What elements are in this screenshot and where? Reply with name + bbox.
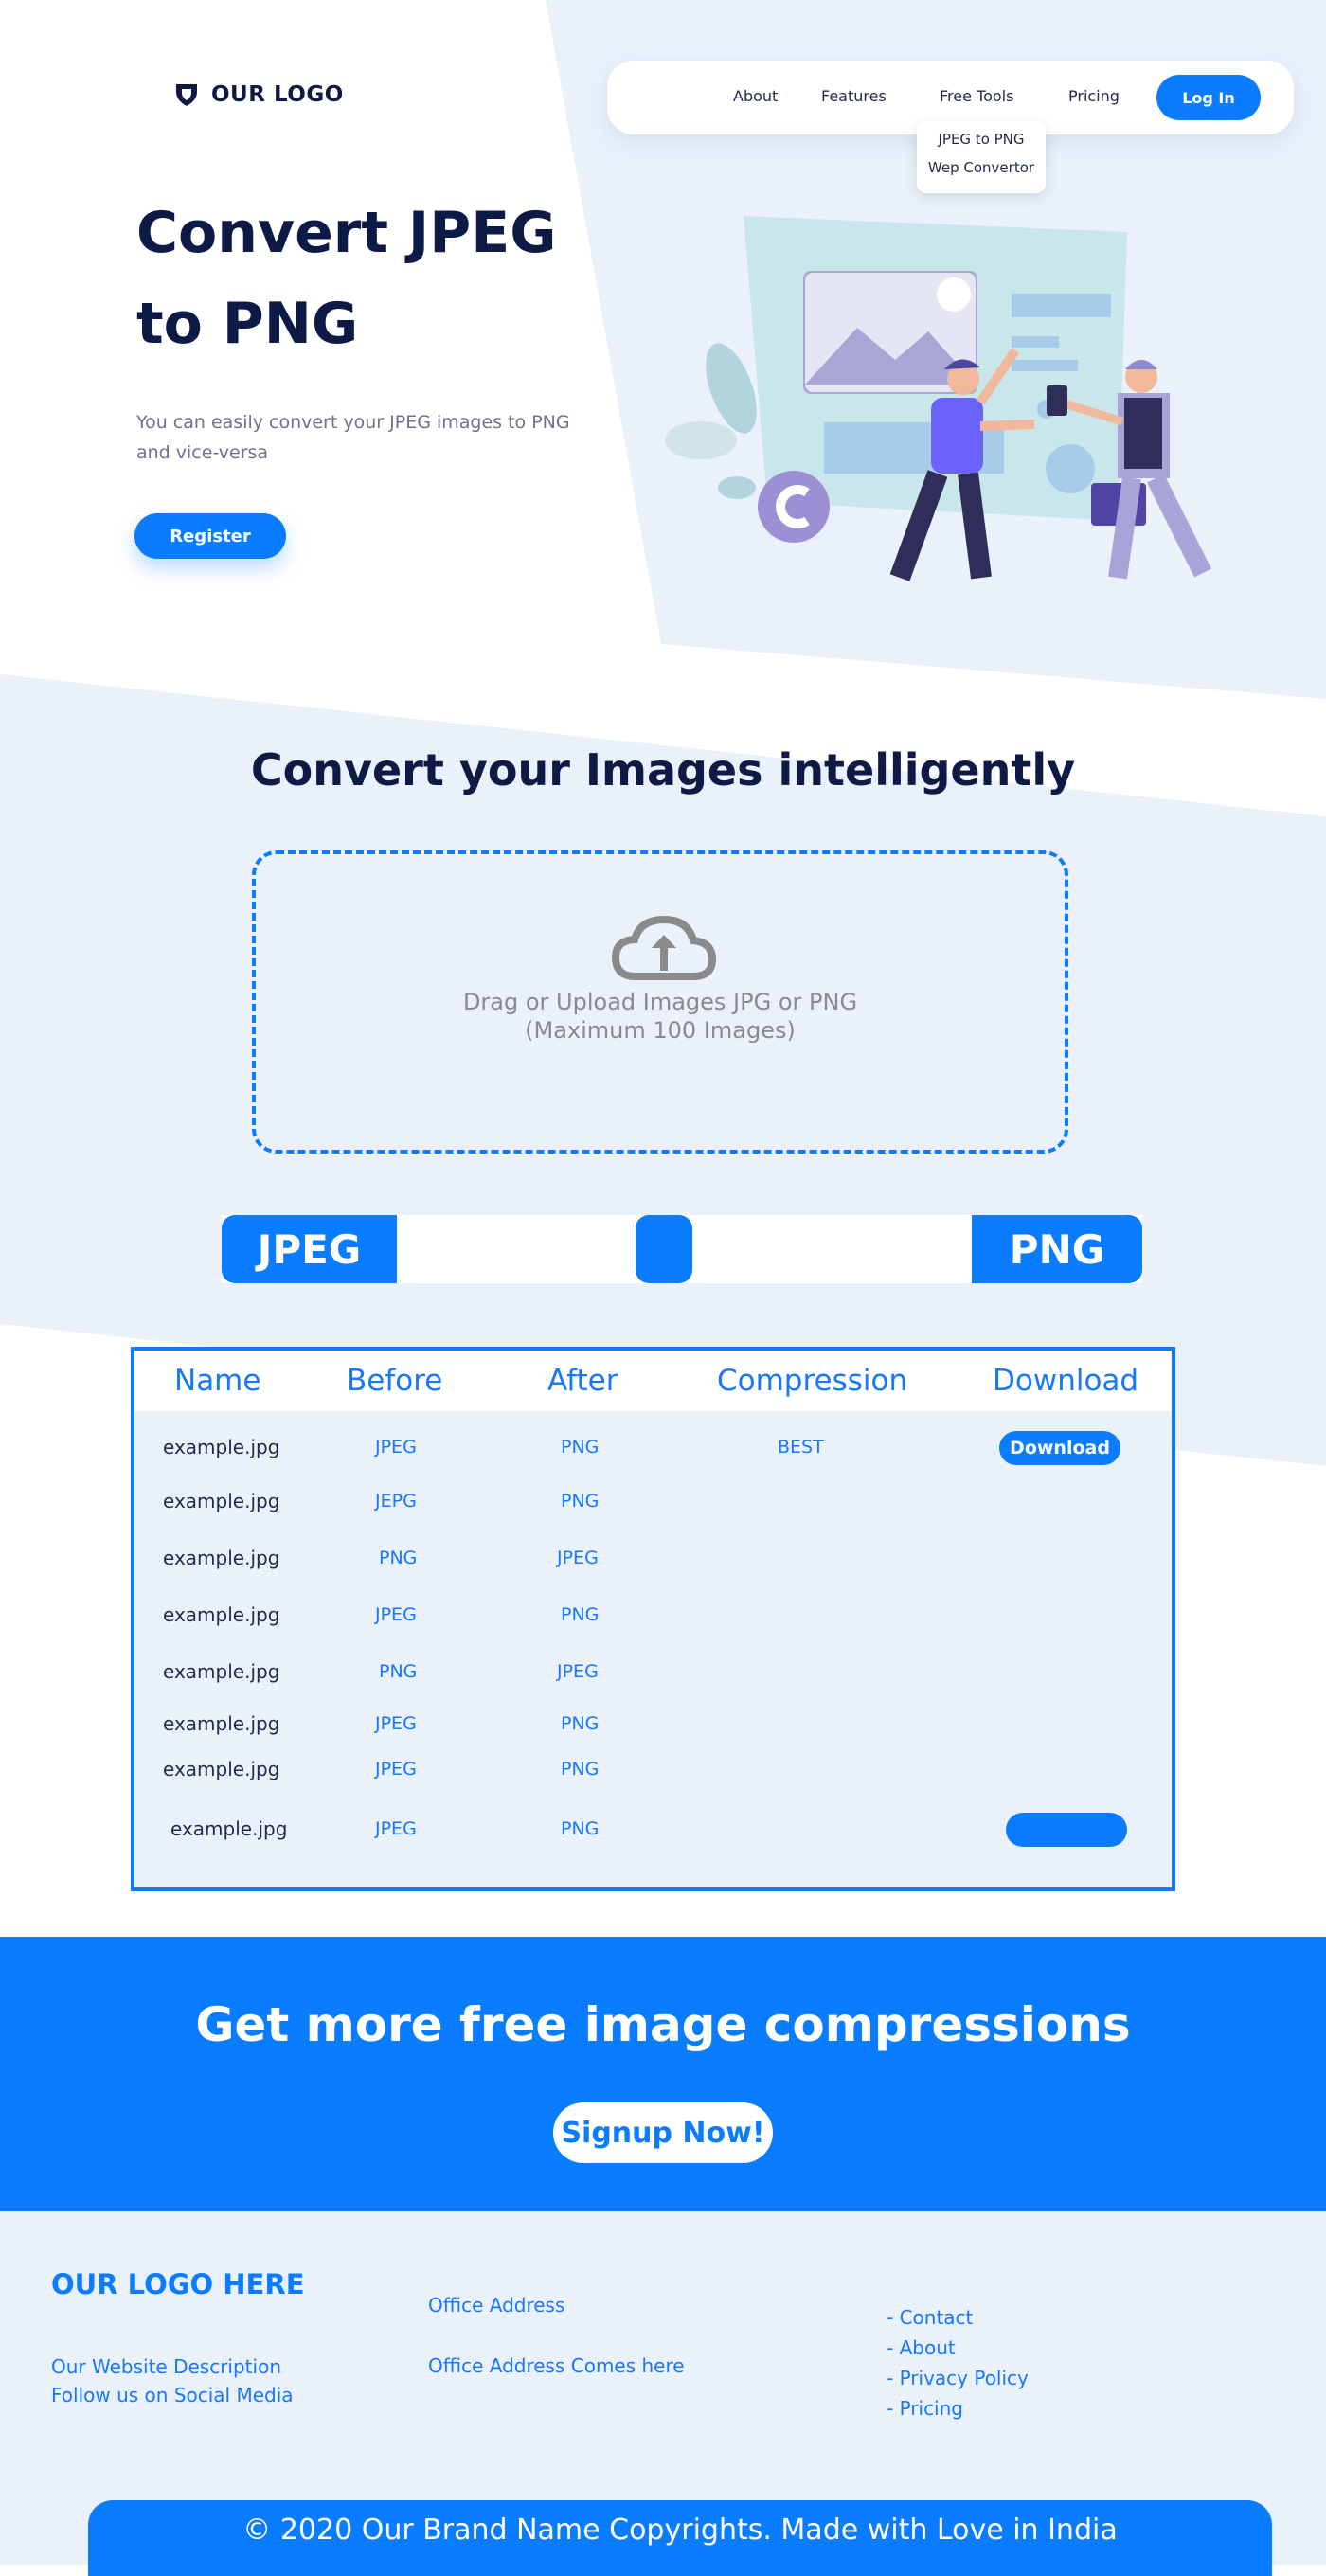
cta-section: Get more free image compressions Signup … (0, 1937, 1326, 2211)
login-button[interactable]: Log In (1156, 75, 1261, 120)
nav-item-pricing[interactable]: Pricing (1068, 87, 1120, 105)
nav-item-free-tools[interactable]: Free Tools (940, 87, 1013, 105)
footer-social[interactable]: Follow us on Social Media (51, 2384, 294, 2406)
row-before-format: JPEG (375, 1713, 417, 1734)
row-after-format: PNG (561, 1437, 600, 1458)
nav-item-about[interactable]: About (733, 87, 778, 105)
footer-logo[interactable]: OUR LOGO HERE (51, 2268, 305, 2300)
hero-subtitle: You can easily convert your JPEG images … (136, 412, 570, 463)
row-file-name: example.jpg (163, 1490, 280, 1512)
dropzone-limit: (Maximum 100 Images) (525, 1017, 796, 1044)
row-after-format: JPEG (557, 1547, 599, 1568)
signup-button[interactable]: Signup Now! (553, 2102, 773, 2163)
footer-link-contact[interactable]: - Contact (887, 2306, 973, 2329)
header-name: Name (174, 1364, 261, 1398)
footer-office-address: Office Address Comes here (428, 2354, 685, 2377)
hero-title-line1: Convert JPEG (136, 200, 557, 266)
footer-link-pricing[interactable]: - Pricing (887, 2397, 963, 2420)
hero-illustration (665, 216, 1211, 581)
dropdown-item-jpeg-to-png[interactable]: JPEG to PNG (917, 131, 1046, 148)
footer-link-privacy[interactable]: - Privacy Policy (887, 2367, 1029, 2389)
from-format-button[interactable]: JPEG (222, 1215, 397, 1283)
row-after-format: PNG (561, 1759, 600, 1780)
dropdown-item-web-convertor[interactable]: Wep Convertor (917, 159, 1046, 176)
logo[interactable]: OUR LOGO (173, 81, 344, 108)
row-after-format: PNG (561, 1604, 600, 1625)
logo-text: OUR LOGO (211, 82, 344, 107)
header-compression: Compression (717, 1364, 908, 1398)
row-before-format: JPEG (375, 1604, 417, 1625)
hero-title-line2: to PNG (136, 291, 359, 357)
register-button[interactable]: Register (134, 513, 286, 559)
shield-icon (176, 84, 197, 106)
row-file-name: example.jpg (163, 1712, 280, 1735)
hero-title: Convert JPEG to PNG (136, 188, 591, 369)
download-button[interactable]: Download (999, 1431, 1120, 1465)
row-after-format: PNG (561, 1491, 600, 1512)
toggle-knob[interactable] (636, 1215, 692, 1283)
row-after-format: PNG (561, 1713, 600, 1734)
free-tools-dropdown: JPEG to PNG Wep Convertor (917, 121, 1046, 193)
row-before-format: PNG (379, 1547, 418, 1568)
row-before-format: JPEG (375, 1759, 417, 1780)
footer: OUR LOGO HERE Our Website Description Fo… (0, 2211, 1326, 2576)
row-before-format: PNG (379, 1661, 418, 1682)
row-compression: BEST (778, 1437, 824, 1458)
row-file-name: example.jpg (163, 1436, 280, 1458)
nav-item-features[interactable]: Features (821, 87, 887, 105)
row-before-format: JPEG (375, 1437, 417, 1458)
footer-office-title: Office Address (428, 2294, 565, 2317)
copyright-text: © 2020 Our Brand Name Copyrights. Made w… (242, 2513, 1118, 2547)
converter-title: Convert your Images intelligently (250, 744, 1076, 796)
row-file-name: example.jpg (170, 1817, 288, 1840)
header-after: After (547, 1364, 618, 1398)
dropzone-instruction: Drag or Upload Images JPG or PNG (462, 989, 858, 1015)
footer-link-about[interactable]: - About (887, 2336, 956, 2359)
row-file-name: example.jpg (163, 1603, 280, 1626)
row-after-format: PNG (561, 1818, 600, 1839)
header-before: Before (347, 1364, 443, 1398)
copyright-bar: © 2020 Our Brand Name Copyrights. Made w… (88, 2500, 1272, 2576)
to-format-button[interactable]: PNG (972, 1215, 1142, 1283)
row-file-name: example.jpg (163, 1758, 280, 1780)
row-file-name: example.jpg (163, 1660, 280, 1683)
format-toggle[interactable]: JPEG PNG (222, 1215, 1142, 1283)
header-download: Download (993, 1364, 1139, 1398)
upload-dropzone[interactable]: Drag or Upload Images JPG or PNG (Maximu… (252, 850, 1068, 1154)
row-after-format: JPEG (557, 1661, 599, 1682)
results-table: Name Before After Compression Download e… (131, 1347, 1175, 1891)
cta-title: Get more free image compressions (195, 1997, 1131, 2052)
download-button[interactable] (1006, 1813, 1127, 1847)
row-before-format: JPEG (375, 1818, 417, 1839)
row-before-format: JEPG (375, 1491, 417, 1512)
footer-description: Our Website Description (51, 2355, 281, 2378)
table-header: Name Before After Compression Download (134, 1351, 1172, 1411)
cloud-upload-icon (612, 915, 716, 980)
row-file-name: example.jpg (163, 1547, 280, 1569)
